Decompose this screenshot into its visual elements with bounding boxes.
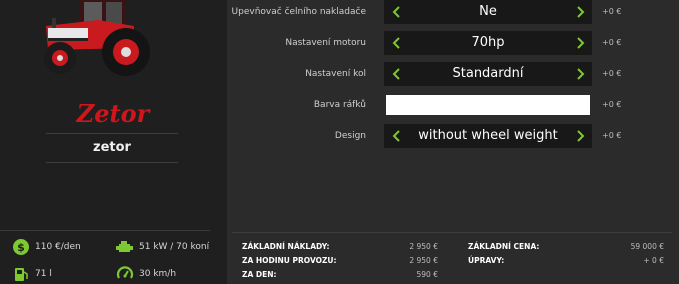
spec-power-text: 51 kW / 70 koní: [139, 242, 210, 252]
chevron-right-icon: [576, 130, 584, 142]
spec-speed-text: 30 km/h: [139, 269, 177, 279]
modifications-label: ÚPRAVY:: [468, 256, 505, 265]
spec-fuel-text: 71 l: [35, 269, 52, 279]
spec-fuel: 71 l: [12, 265, 52, 283]
chevron-left-icon: [392, 37, 400, 49]
option-label: Design: [334, 131, 366, 141]
zetor-logo: Zetor: [76, 100, 152, 128]
option-row-design: Design without wheel weight +0 €: [232, 124, 672, 148]
option-selector-front-loader[interactable]: Ne: [384, 0, 592, 24]
next-option-button[interactable]: [568, 62, 592, 86]
option-selector-design[interactable]: without wheel weight: [384, 124, 592, 148]
rim-color-swatch[interactable]: [386, 95, 590, 115]
per-hour-label: ZA HODINU PROVOZU:: [242, 256, 337, 265]
per-day-value: 590 €: [416, 270, 438, 279]
per-hour-value: 2 950 €: [409, 256, 438, 265]
option-selector-engine[interactable]: 70hp: [384, 31, 592, 55]
prev-option-button[interactable]: [384, 0, 408, 24]
option-value: Ne: [479, 4, 497, 19]
tractor-image: [38, 0, 156, 82]
base-price-label: ZÁKLADNÍ CENA:: [468, 242, 540, 251]
base-costs-value: 2 950 €: [409, 242, 438, 251]
next-option-button[interactable]: [568, 124, 592, 148]
per-day-label: ZA DEN:: [242, 270, 277, 279]
base-costs-label: ZÁKLADNÍ NÁKLADY:: [242, 242, 330, 251]
spec-power: 51 kW / 70 koní: [116, 238, 209, 256]
brand-divider-bottom: [46, 162, 178, 163]
chevron-left-icon: [392, 130, 400, 142]
option-price: +0 €: [602, 38, 622, 47]
modifications-value: + 0 €: [643, 256, 664, 265]
option-value: Standardní: [452, 66, 524, 81]
option-value: without wheel weight: [418, 128, 558, 143]
chevron-right-icon: [576, 37, 584, 49]
svg-text:$: $: [17, 241, 25, 254]
prev-option-button[interactable]: [384, 31, 408, 55]
option-row-engine: Nastavení motoru 70hp +0 €: [232, 31, 672, 55]
cost-divider: [232, 232, 672, 233]
option-price: +0 €: [602, 100, 622, 109]
chevron-left-icon: [392, 68, 400, 80]
prev-option-button[interactable]: [384, 124, 408, 148]
prev-option-button[interactable]: [384, 62, 408, 86]
option-row-front-loader: Upevňovač čelního nakladače Ne +0 €: [232, 0, 672, 24]
chevron-left-icon: [392, 6, 400, 18]
vehicle-info-panel: Zetor zetor $ 110 €/den 51 kW / 70 koní …: [0, 0, 227, 284]
spec-speed: 30 km/h: [116, 265, 176, 283]
option-value: 70hp: [471, 35, 505, 50]
option-label: Nastavení motoru: [285, 38, 366, 48]
chevron-right-icon: [576, 6, 584, 18]
option-label: Barva ráfků: [313, 100, 366, 110]
option-price: +0 €: [602, 69, 622, 78]
engine-icon: [116, 241, 133, 252]
spec-rental-price-text: 110 €/den: [35, 242, 81, 252]
brand-name: zetor: [93, 140, 131, 155]
brand-divider-top: [46, 133, 178, 134]
option-selector-wheels[interactable]: Standardní: [384, 62, 592, 86]
chevron-right-icon: [576, 68, 584, 80]
option-price: +0 €: [602, 131, 622, 140]
option-row-rim-color: Barva ráfků +0 €: [232, 93, 672, 117]
money-icon: $: [13, 239, 29, 255]
next-option-button[interactable]: [568, 0, 592, 24]
svg-text:Zetor: Zetor: [76, 100, 152, 128]
spec-rental-price: $ 110 €/den: [12, 238, 81, 256]
option-label: Nastavení kol: [305, 69, 366, 79]
speedometer-icon: [116, 266, 134, 279]
next-option-button[interactable]: [568, 31, 592, 55]
spec-divider: [0, 230, 210, 231]
option-price: +0 €: [602, 7, 622, 16]
fuel-icon: [15, 268, 28, 281]
option-row-wheels: Nastavení kol Standardní +0 €: [232, 62, 672, 86]
base-price-value: 59 000 €: [630, 242, 664, 251]
option-label: Upevňovač čelního nakladače: [231, 7, 366, 17]
